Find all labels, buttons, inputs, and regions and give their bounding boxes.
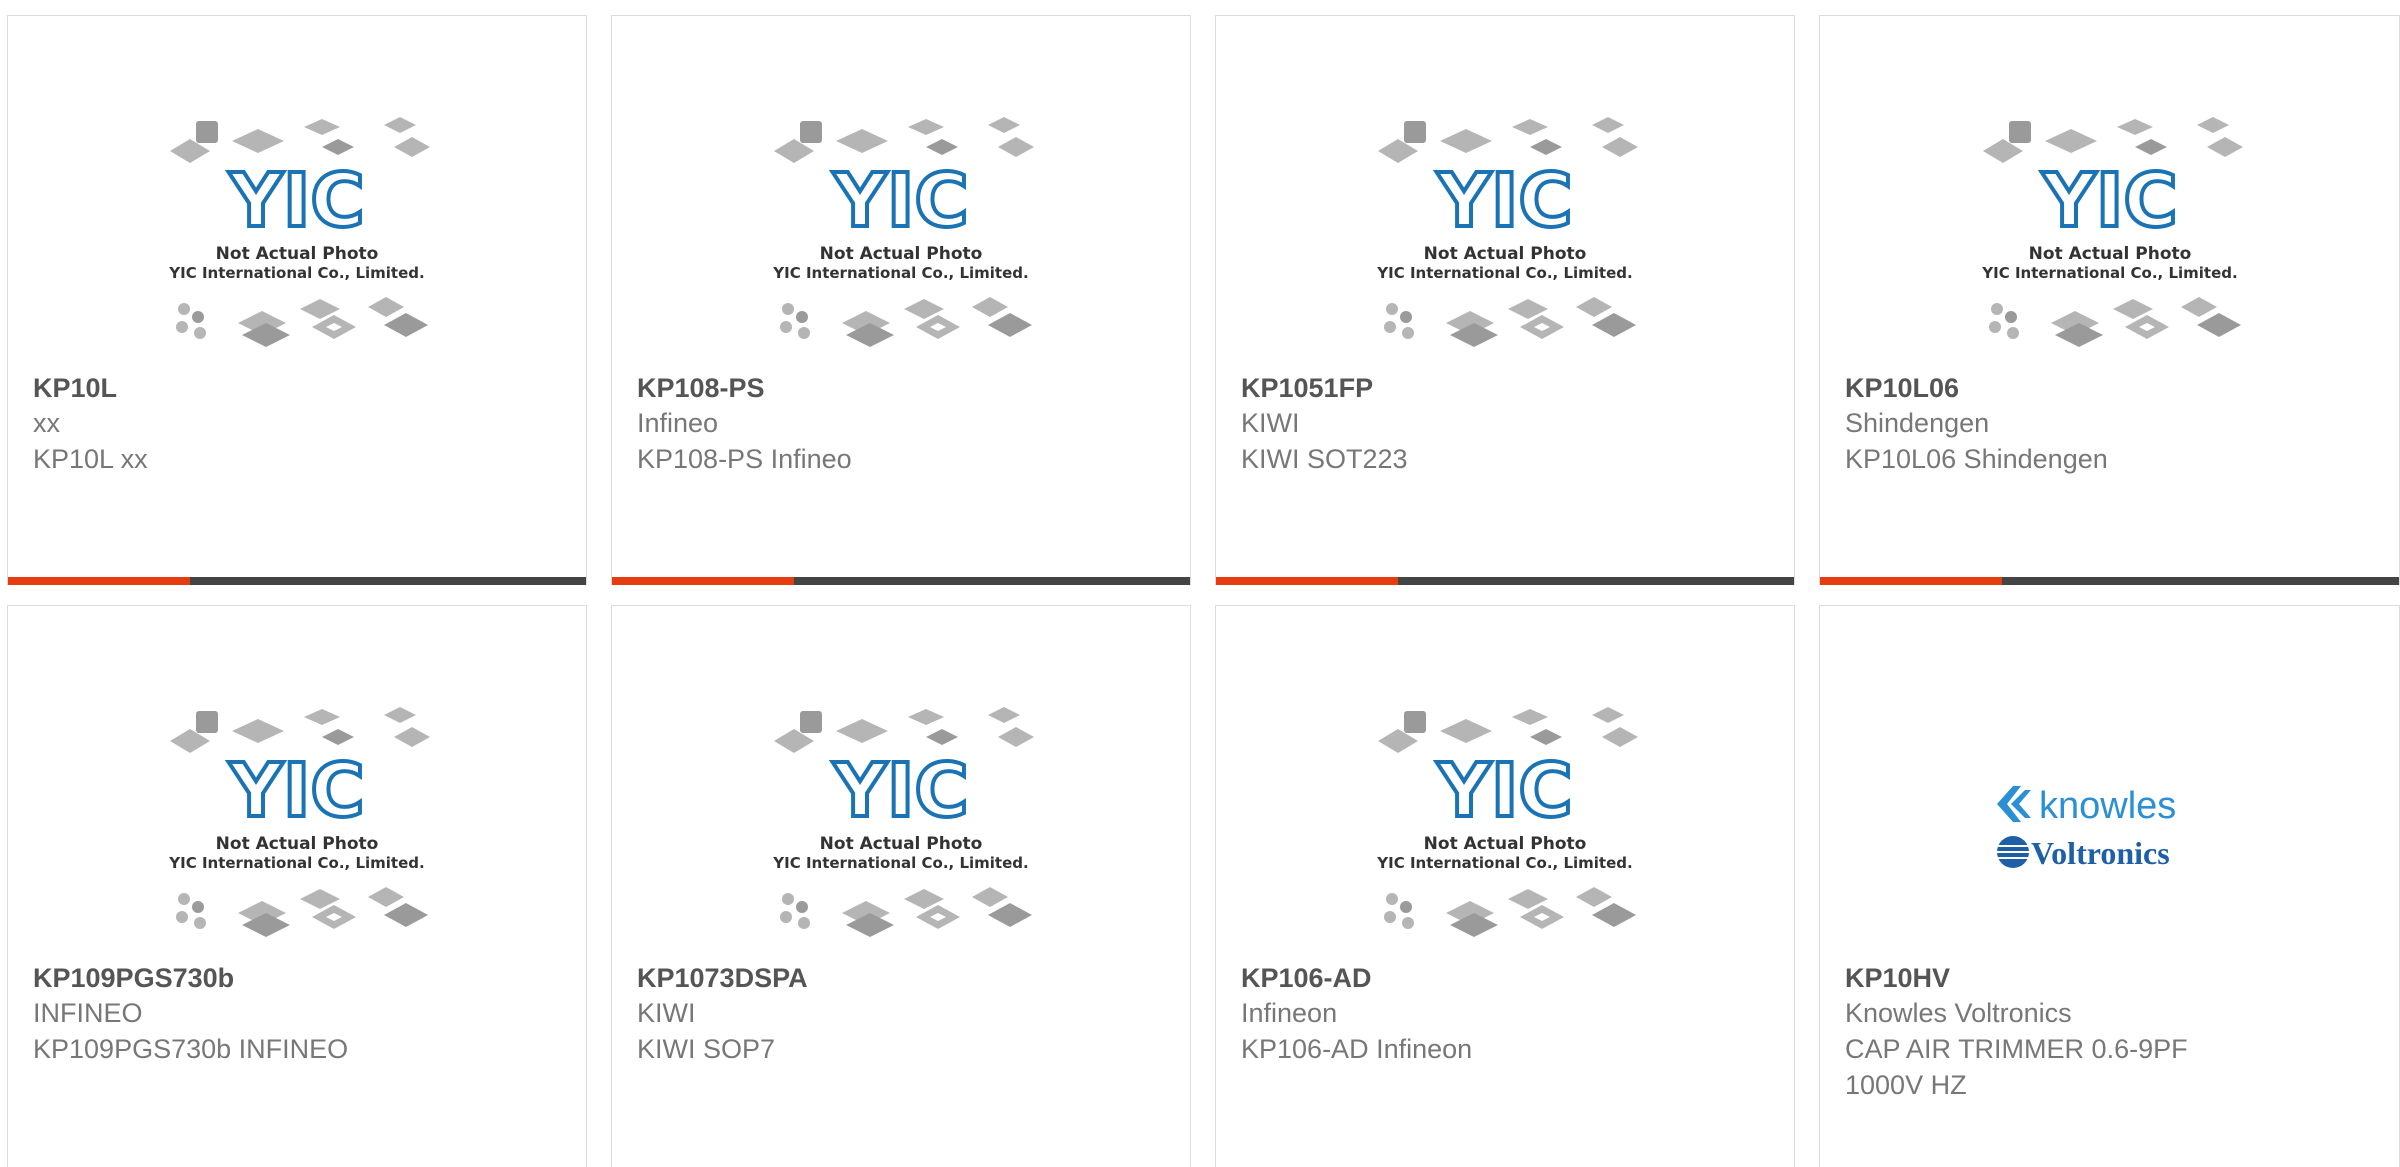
voltronics-wordmark: Voltronics xyxy=(2031,835,2170,871)
manufacturer: xx xyxy=(33,408,60,438)
description: KP10L06 Shindengen xyxy=(1845,444,2108,474)
placeholder-caption: Not Actual Photo xyxy=(2028,244,2191,264)
product-image-placeholder: YIC Not Actual Photo YIC International Co.… xyxy=(8,106,586,361)
part-number-link[interactable]: KP10L xyxy=(33,371,566,405)
description-continued: 1000V HZ xyxy=(1845,1070,1967,1100)
manufacturer: Shindengen xyxy=(1845,408,1990,438)
manufacturer: Knowles Voltronics xyxy=(1845,998,2072,1028)
product-image-placeholder: YIC Not Actual Photo YIC International Co.… xyxy=(1216,696,1794,951)
knowles-chevron-icon xyxy=(1996,785,2031,822)
description: CAP AIR TRIMMER 0.6-9PF xyxy=(1845,1034,2188,1064)
part-number-link[interactable]: KP1073DSPA xyxy=(637,961,1170,995)
placeholder-caption: Not Actual Photo xyxy=(216,244,379,264)
manufacturer: KIWI xyxy=(1241,408,1300,438)
placeholder-company: YIC International Co., Limited. xyxy=(168,264,424,282)
placeholder-company: YIC International Co., Limited. xyxy=(1376,264,1632,282)
placeholder-company: YIC International Co., Limited. xyxy=(168,854,424,872)
product-card[interactable]: YIC Not Actual Photo YIC International Co.… xyxy=(1819,15,2400,585)
part-number-link[interactable]: KP109PGS730b xyxy=(33,961,566,995)
description: KP108-PS Infineo xyxy=(637,444,852,474)
product-image-placeholder: YIC Not Actual Photo YIC International Co.… xyxy=(612,106,1190,361)
card-footer-bar xyxy=(1216,577,1794,585)
chip-icons-top xyxy=(1378,707,1638,753)
knowles-wordmark: knowles xyxy=(2039,785,2176,827)
product-card[interactable]: knowles Voltronics KP10HV Knowles Voltro… xyxy=(1819,605,2400,1167)
description: KP106-AD Infineon xyxy=(1241,1034,1473,1064)
yic-logo: YIC xyxy=(228,748,364,834)
part-number-link[interactable]: KP1051FP xyxy=(1241,371,1774,405)
product-card[interactable]: YIC Not Actual Photo YIC International Co.… xyxy=(7,15,587,585)
description: KIWI SOT223 xyxy=(1241,444,1408,474)
chip-icons-top xyxy=(170,707,430,753)
yic-logo: YIC xyxy=(1436,748,1572,834)
manufacturer: Infineo xyxy=(637,408,719,438)
placeholder-caption: Not Actual Photo xyxy=(820,244,983,264)
description: KP109PGS730b INFINEO xyxy=(33,1034,349,1064)
description: KIWI SOP7 xyxy=(637,1034,776,1064)
yic-logo: YIC xyxy=(832,158,968,244)
manufacturer: Infineon xyxy=(1241,998,1338,1028)
product-card[interactable]: YIC Not Actual Photo YIC International Co.… xyxy=(1215,15,1795,585)
placeholder-company: YIC International Co., Limited. xyxy=(772,854,1028,872)
chip-icons-bottom xyxy=(1384,297,1636,347)
chip-icons-bottom xyxy=(1384,887,1636,937)
part-number-link[interactable]: KP108-PS xyxy=(637,371,1170,405)
chip-icons-bottom xyxy=(176,887,428,937)
knowles-voltronics-logo: knowles Voltronics xyxy=(1820,696,2399,951)
manufacturer: INFINEO xyxy=(33,998,143,1028)
product-card[interactable]: YIC Not Actual Photo YIC International Co.… xyxy=(611,605,1191,1167)
chip-icons-bottom xyxy=(780,887,1032,937)
description: KP10L xx xyxy=(33,444,148,474)
chip-icons-bottom xyxy=(780,297,1032,347)
chip-icons-bottom xyxy=(1988,297,2241,347)
chip-icons-bottom xyxy=(176,297,428,347)
placeholder-caption: Not Actual Photo xyxy=(216,834,379,854)
placeholder-caption: Not Actual Photo xyxy=(820,834,983,854)
product-card[interactable]: YIC Not Actual Photo YIC International Co.… xyxy=(611,15,1191,585)
chip-icons-top xyxy=(774,707,1034,753)
yic-logo: YIC xyxy=(228,158,364,244)
chip-icons-top xyxy=(1982,117,2243,163)
product-image-placeholder: YIC Not Actual Photo YIC International Co.… xyxy=(8,696,586,951)
card-footer-bar xyxy=(612,577,1190,585)
placeholder-company: YIC International Co., Limited. xyxy=(1376,854,1632,872)
chip-icons-top xyxy=(170,117,430,163)
product-image-placeholder: YIC Not Actual Photo YIC International Co.… xyxy=(1820,106,2399,361)
voltronics-globe-icon xyxy=(1996,835,2029,868)
chip-icons-top xyxy=(774,117,1034,163)
placeholder-company: YIC International Co., Limited. xyxy=(772,264,1028,282)
manufacturer: KIWI xyxy=(637,998,696,1028)
part-number-link[interactable]: KP10HV xyxy=(1845,961,2379,995)
placeholder-company: YIC International Co., Limited. xyxy=(1981,264,2237,282)
part-number-link[interactable]: KP10L06 xyxy=(1845,371,2379,405)
yic-logo: YIC xyxy=(832,748,968,834)
product-image-placeholder: YIC Not Actual Photo YIC International Co.… xyxy=(612,696,1190,951)
yic-logo: YIC xyxy=(2041,158,2177,244)
product-card[interactable]: YIC Not Actual Photo YIC International Co.… xyxy=(7,605,587,1167)
placeholder-caption: Not Actual Photo xyxy=(1424,244,1587,264)
card-footer-bar xyxy=(1820,577,2399,585)
part-number-link[interactable]: KP106-AD xyxy=(1241,961,1774,995)
yic-logo: YIC xyxy=(1436,158,1572,244)
placeholder-caption: Not Actual Photo xyxy=(1424,834,1587,854)
product-card[interactable]: YIC Not Actual Photo YIC International Co.… xyxy=(1215,605,1795,1167)
card-footer-bar xyxy=(8,577,586,585)
product-image-placeholder: YIC Not Actual Photo YIC International Co.… xyxy=(1216,106,1794,361)
chip-icons-top xyxy=(1378,117,1638,163)
